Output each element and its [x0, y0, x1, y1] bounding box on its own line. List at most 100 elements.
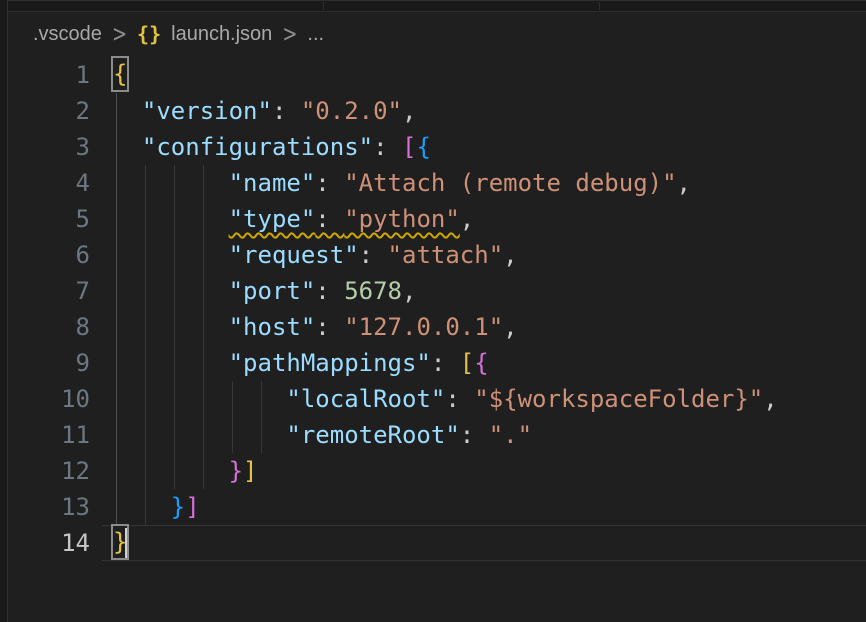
code-line[interactable]: 4 "name": "Attach (remote debug)", [0, 165, 866, 201]
code-token: ] [243, 457, 257, 485]
line-number[interactable]: 13 [0, 489, 90, 525]
line-number[interactable]: 12 [0, 453, 90, 489]
code-token [113, 205, 229, 233]
json-file-icon: {} [137, 22, 161, 46]
chevron-right-icon: > [282, 20, 297, 47]
line-number[interactable]: 9 [0, 345, 90, 381]
code-token [113, 277, 229, 305]
chevron-right-icon: > [112, 20, 127, 47]
code-token: , [402, 97, 416, 125]
code-token: 5678 [344, 277, 402, 305]
code-token [113, 97, 142, 125]
code-token: : [431, 349, 460, 377]
line-number[interactable]: 5 [0, 201, 90, 237]
breadcrumb-symbol-ellipsis[interactable]: ... [307, 23, 324, 46]
code-token: "python" [344, 205, 460, 233]
code-line[interactable]: 10 "localRoot": "${workspaceFolder}", [0, 381, 866, 417]
line-number[interactable]: 7 [0, 273, 90, 309]
code-token: : [460, 421, 489, 449]
panel-edge [0, 0, 8, 622]
code-area[interactable]: 1{2 "version": "0.2.0",3 "configurations… [0, 57, 866, 561]
tab-strip [0, 0, 866, 12]
code-text: "remoteRoot": "." [113, 417, 532, 453]
line-number[interactable]: 3 [0, 129, 90, 165]
code-line[interactable]: 14} [0, 525, 866, 561]
code-token: [ [460, 349, 474, 377]
code-token [113, 313, 229, 341]
code-line[interactable]: 2 "version": "0.2.0", [0, 93, 866, 129]
code-token [113, 133, 142, 161]
code-text: "port": 5678, [113, 273, 416, 309]
code-token: "host" [229, 313, 316, 341]
line-number[interactable]: 10 [0, 381, 90, 417]
code-text: "request": "attach", [113, 237, 518, 273]
breadcrumb: .vscode > {} launch.json > ... [33, 12, 324, 56]
code-token [113, 241, 229, 269]
code-token: "attach" [388, 241, 504, 269]
code-token: : [373, 133, 402, 161]
code-text: }] [113, 453, 258, 489]
line-number[interactable]: 11 [0, 417, 90, 453]
line-number[interactable]: 8 [0, 309, 90, 345]
code-token [113, 493, 171, 521]
line-number[interactable]: 6 [0, 237, 90, 273]
code-token: : [315, 169, 344, 197]
line-number[interactable]: 2 [0, 93, 90, 129]
code-line[interactable]: 7 "port": 5678, [0, 273, 866, 309]
code-token [113, 385, 286, 413]
code-token: , [503, 241, 517, 269]
code-text: "pathMappings": [{ [113, 345, 489, 381]
code-line[interactable]: 6 "request": "attach", [0, 237, 866, 273]
code-token: "${workspaceFolder}" [474, 385, 763, 413]
line-number[interactable]: 14 [0, 525, 90, 561]
code-token: : [445, 385, 474, 413]
text-cursor [125, 528, 127, 558]
line-number[interactable]: 4 [0, 165, 90, 201]
code-token [113, 169, 229, 197]
code-token: "pathMappings" [229, 349, 431, 377]
code-token: "127.0.0.1" [344, 313, 503, 341]
code-line[interactable]: 9 "pathMappings": [{ [0, 345, 866, 381]
code-token: } [171, 493, 185, 521]
code-token: ] [185, 493, 199, 521]
code-token: } [229, 457, 243, 485]
code-token: "request" [229, 241, 359, 269]
bracket-match: { [113, 58, 127, 90]
code-token: : [315, 313, 344, 341]
code-token: "localRoot" [286, 385, 445, 413]
code-text: "localRoot": "${workspaceFolder}", [113, 381, 778, 417]
code-text: } [113, 525, 127, 561]
code-token: "0.2.0" [301, 97, 402, 125]
code-token: "type" [229, 205, 316, 233]
code-line[interactable]: 3 "configurations": [{ [0, 129, 866, 165]
code-token: "." [489, 421, 532, 449]
code-line[interactable]: 11 "remoteRoot": "." [0, 417, 866, 453]
code-token [113, 457, 229, 485]
code-token: , [402, 277, 416, 305]
tab-separator [323, 2, 324, 10]
code-text: "name": "Attach (remote debug)", [113, 165, 691, 201]
code-line[interactable]: 8 "host": "127.0.0.1", [0, 309, 866, 345]
code-text: { [113, 57, 127, 93]
code-token: , [763, 385, 777, 413]
line-number[interactable]: 1 [0, 57, 90, 93]
code-token: { [474, 349, 488, 377]
current-line-highlight [102, 525, 866, 561]
code-token: : [359, 241, 388, 269]
breadcrumb-file[interactable]: launch.json [171, 23, 272, 46]
code-line[interactable]: 12 }] [0, 453, 866, 489]
code-token: "version" [142, 97, 272, 125]
code-token: : [272, 97, 301, 125]
code-token: "Attach (remote debug)" [344, 169, 676, 197]
tab-separator [599, 2, 600, 10]
code-token [113, 349, 229, 377]
code-line[interactable]: 1{ [0, 57, 866, 93]
code-token: { [416, 133, 430, 161]
code-token: , [677, 169, 691, 197]
breadcrumb-folder[interactable]: .vscode [33, 23, 102, 46]
code-token [113, 421, 286, 449]
code-token: "remoteRoot" [286, 421, 459, 449]
code-line[interactable]: 13 }] [0, 489, 866, 525]
code-line[interactable]: 5 "type": "python", [0, 201, 866, 237]
code-text: "host": "127.0.0.1", [113, 309, 518, 345]
